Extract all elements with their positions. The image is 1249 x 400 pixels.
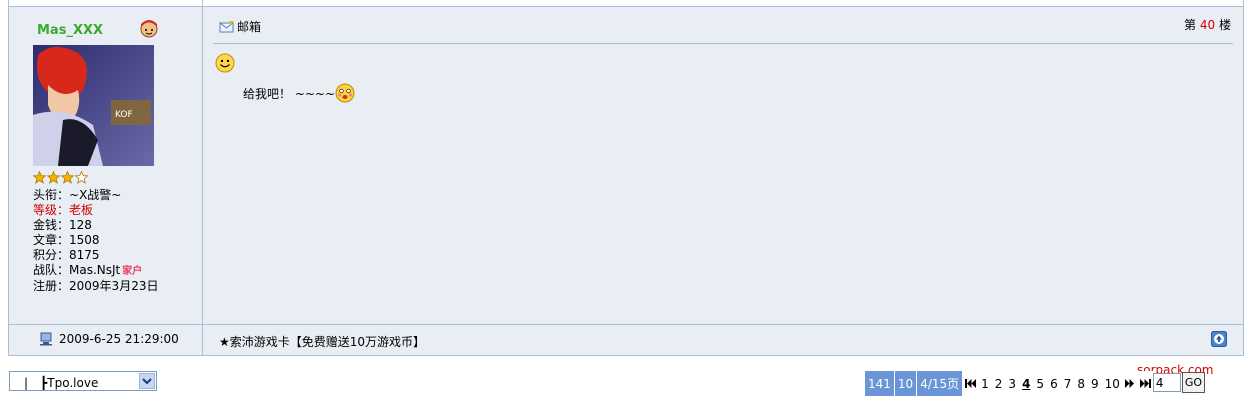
post-time-cell: 2009-6-25 21:29:00 xyxy=(9,325,203,355)
rank-stars xyxy=(33,171,89,185)
back-to-top-icon[interactable] xyxy=(1211,331,1227,347)
page-link-3[interactable]: 3 xyxy=(1005,371,1020,396)
user-money-row: 金钱：128 xyxy=(33,218,92,232)
post-content-panel: 邮箱 第 40 楼 给我吧！ ~~~~ xyxy=(203,7,1243,324)
top-strip xyxy=(9,0,1243,7)
page-info: 4/15页 xyxy=(917,371,964,396)
post-time-text: 2009-6-25 21:29:00 xyxy=(59,332,179,346)
go-button[interactable]: GO xyxy=(1181,372,1206,393)
per-page: 10 xyxy=(894,371,918,396)
user-articles-row: 文章：1508 xyxy=(33,233,100,247)
user-level-row: 等级：老板 xyxy=(33,203,94,217)
page-link-10[interactable]: 10 xyxy=(1101,371,1123,396)
page-link-5[interactable]: 5 xyxy=(1033,371,1048,396)
user-info: 头衔：~X战警~ 等级：老板 金钱：128 文章：1508 积分：8175 战队… xyxy=(33,188,158,294)
smile-icon xyxy=(215,53,235,73)
content-divider xyxy=(213,43,1233,44)
chevron-down-icon[interactable] xyxy=(139,373,155,389)
user-title-row: 头衔：~X战警~ xyxy=(33,188,122,202)
user-gender-icon xyxy=(140,20,158,38)
post-table: Mas_XXX KOF 头衔：~X战警~ 等级：老板 金钱：128 文章：150… xyxy=(8,0,1244,356)
user-team-row: 战队：Mas.NsJt 家户 xyxy=(33,263,143,277)
pagination: 141 10 4/15页 1 2 3 4 5 6 7 8 9 10 GO xyxy=(865,371,1206,396)
forum-jump-select[interactable]: | ┣Tpo.love xyxy=(9,371,157,391)
page-link-2[interactable]: 2 xyxy=(991,371,1006,396)
team-link[interactable]: Mas.NsJt xyxy=(69,263,120,277)
page-jump-input[interactable] xyxy=(1152,373,1181,392)
ad-link[interactable]: ★索沛游戏卡【免费赠送10万游戏币】 xyxy=(219,333,425,350)
page-link-8[interactable]: 8 xyxy=(1074,371,1088,396)
mail-icon xyxy=(219,20,234,32)
username[interactable]: Mas_XXX xyxy=(37,23,103,38)
first-page-icon[interactable] xyxy=(963,371,979,396)
post-message: 给我吧！ ~~~~ xyxy=(243,83,355,103)
total-count: 141 xyxy=(865,371,895,396)
forum-jump-value: | ┣Tpo.love xyxy=(24,376,99,390)
shy-face-icon xyxy=(335,83,355,103)
user-points-row: 积分：8175 xyxy=(33,248,100,262)
star-empty-icon xyxy=(75,171,88,184)
post-time: 2009-6-25 21:29:00 xyxy=(39,332,179,346)
user-avatar[interactable]: KOF xyxy=(33,45,154,166)
page-link-9[interactable]: 9 xyxy=(1087,371,1102,396)
floor-number: 第 40 楼 xyxy=(1184,18,1231,32)
star-filled-icon xyxy=(61,171,74,184)
mail-link[interactable]: 邮箱 xyxy=(219,18,261,35)
page-current: 4 xyxy=(1019,371,1034,396)
last-page-icon[interactable] xyxy=(1137,371,1153,396)
svg-text:KOF: KOF xyxy=(115,110,133,120)
computer-icon xyxy=(40,332,52,346)
page-link-6[interactable]: 6 xyxy=(1047,371,1061,396)
post-footer: 2009-6-25 21:29:00 ★索沛游戏卡【免费赠送10万游戏币】 xyxy=(9,324,1243,355)
star-filled-icon xyxy=(47,171,60,184)
next-pages-icon[interactable] xyxy=(1122,371,1138,396)
user-register-row: 注册：2009年3月23日 xyxy=(33,279,159,293)
user-profile-panel: Mas_XXX KOF 头衔：~X战警~ 等级：老板 金钱：128 文章：150… xyxy=(9,7,203,324)
team-badge: 家户 xyxy=(122,266,143,277)
star-filled-icon xyxy=(33,171,46,184)
page-link-1[interactable]: 1 xyxy=(978,371,992,396)
page-link-7[interactable]: 7 xyxy=(1060,371,1075,396)
message-text: 给我吧！ ~~~~ xyxy=(243,86,336,101)
mail-label: 邮箱 xyxy=(237,20,262,34)
